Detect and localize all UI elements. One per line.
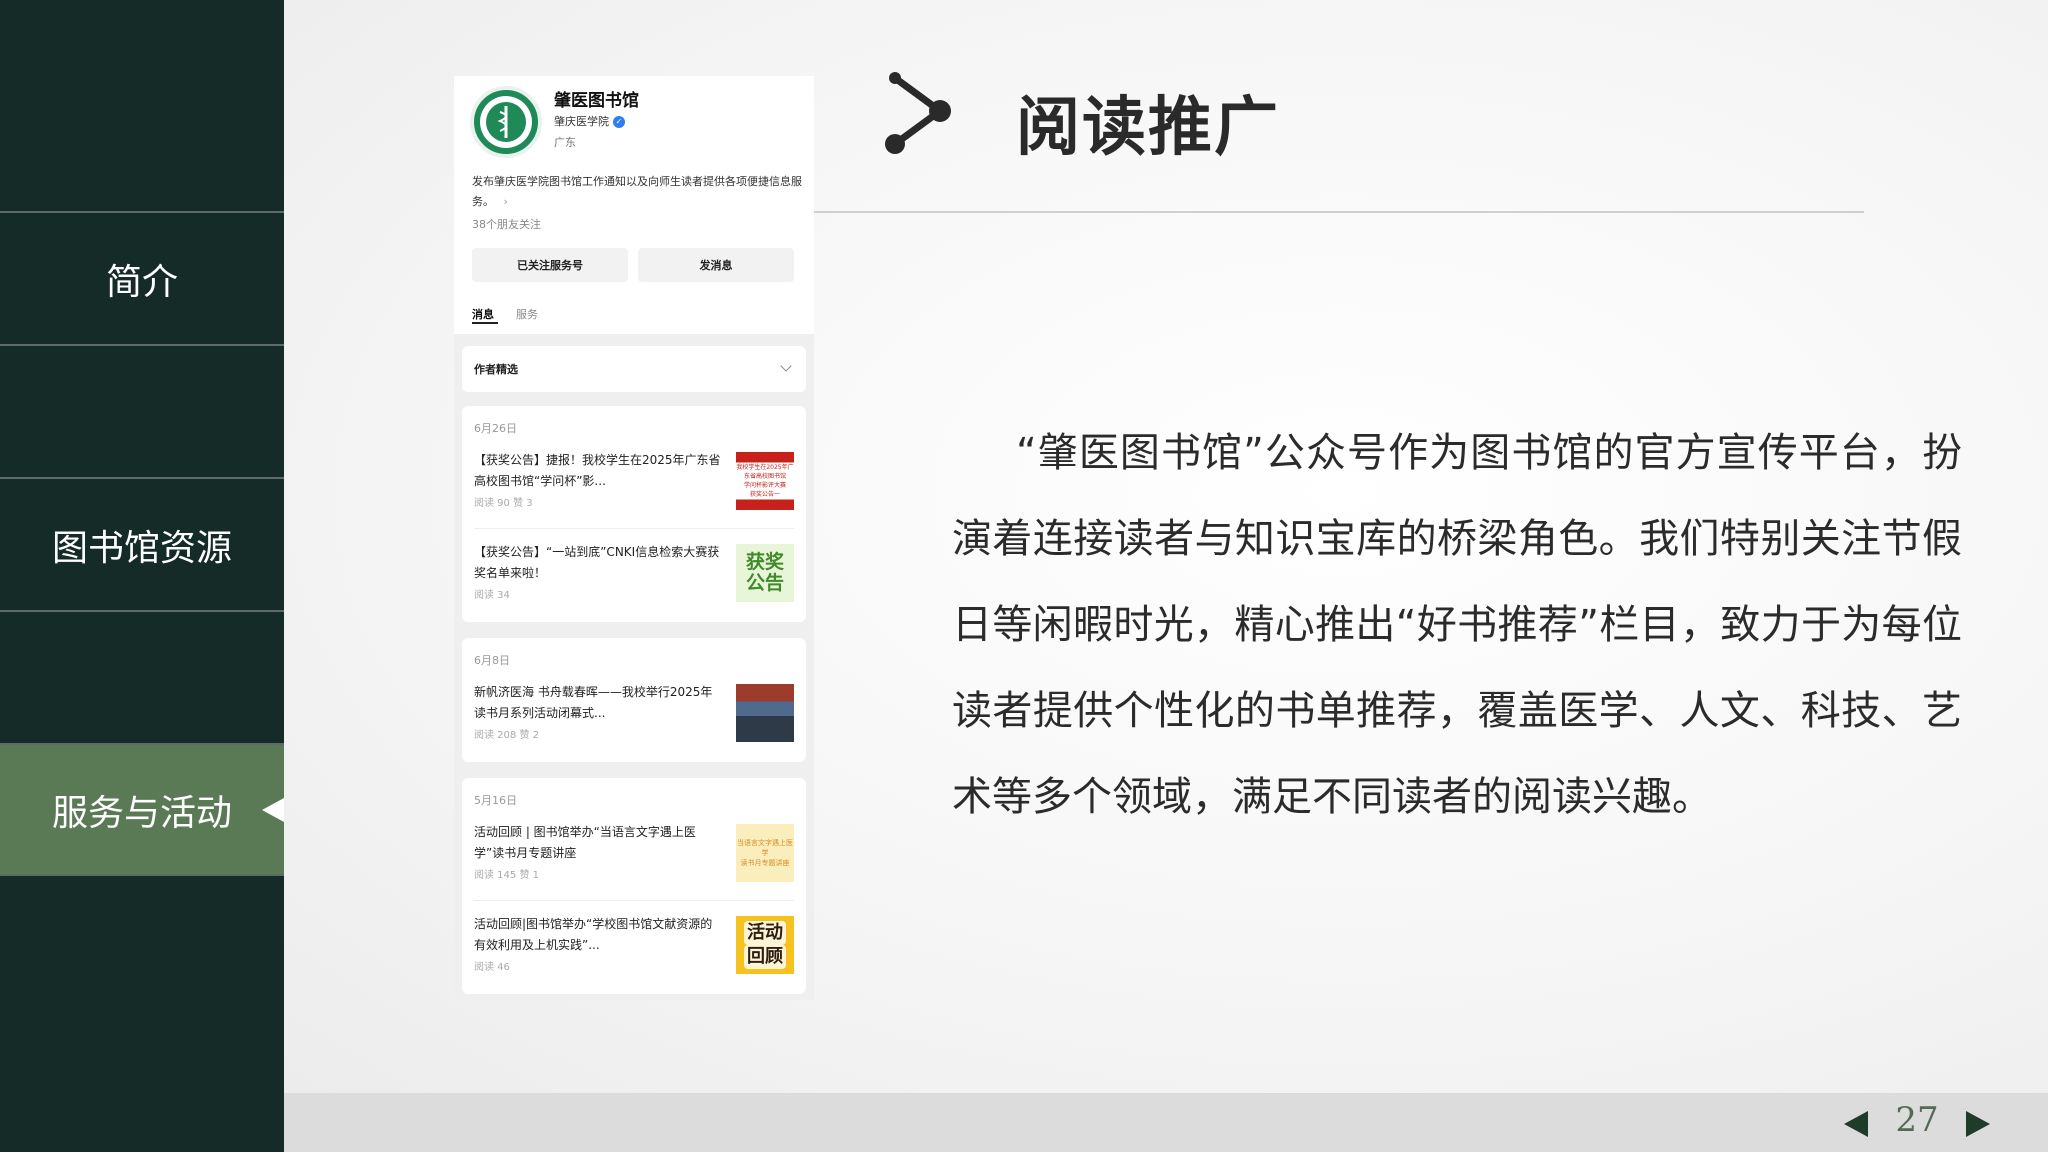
thumbnail-text: 活动	[744, 921, 786, 945]
article-stats: 阅读 46	[474, 962, 510, 973]
article-title: 【获奖公告】捷报！我校学生在2025年广东省高校图书馆“学问杯”影...	[474, 453, 721, 488]
verified-icon: ✓	[613, 116, 625, 128]
article-thumbnail: 活动 回顾	[736, 916, 794, 974]
article-item[interactable]: 【获奖公告】“一站到底”CNKI信息检索大赛获奖名单来啦！ 阅读 34 获奖 公…	[462, 542, 806, 622]
account-logo	[470, 86, 542, 158]
followed-service-button[interactable]: 已关注服务号	[472, 248, 628, 282]
sidebar-item-services-activities[interactable]: 服务与活动	[0, 743, 284, 876]
thumbnail-text: 我校学生在2025年广	[736, 464, 794, 471]
thumbnail-text: 读书月专题讲座	[740, 859, 790, 867]
article-title: 活动回顾|图书馆举办“学校图书馆文献资源的有效利用及上机实践”...	[474, 917, 713, 952]
thumbnail-text: 公告	[745, 572, 784, 594]
article-stats: 阅读 34	[474, 590, 510, 601]
message-group: 5月16日 活动回顾 | 图书馆举办“当语言文字遇上医学”读书月专题讲座 阅读 …	[462, 778, 806, 994]
friends-following-count: 38个朋友关注	[472, 218, 541, 231]
account-description-text: 发布肇庆医学院图书馆工作通知以及向师生读者提供各项便捷信息服务。	[472, 175, 802, 208]
sidebar-item-blank-1[interactable]	[0, 344, 284, 477]
article-item[interactable]: 活动回顾 | 图书馆举办“当语言文字遇上医学”读书月专题讲座 阅读 145 赞 …	[462, 822, 806, 902]
page-title: 阅读推广	[1016, 91, 1280, 165]
medical-emblem-icon	[480, 96, 532, 148]
article-title: 活动回顾 | 图书馆举办“当语言文字遇上医学”读书月专题讲座	[474, 825, 696, 860]
sidebar-item-label: 简介	[105, 261, 178, 303]
page-number: 27	[1895, 1100, 1939, 1140]
tab-services[interactable]: 服务	[516, 306, 538, 322]
article-divider	[474, 900, 794, 901]
message-group: 6月8日 新帆济医海 书舟载春晖——我校举行2025年读书月系列活动闭幕式...…	[462, 638, 806, 762]
footer-bar	[284, 1093, 2048, 1152]
article-thumbnail	[736, 684, 794, 742]
wechat-account-screenshot: 肇医图书馆 肇庆医学院 ✓ 广东 发布肇庆医学院图书馆工作通知以及向师生读者提供各…	[454, 76, 814, 1000]
branch-connector-icon	[885, 72, 951, 154]
account-profile: 肇医图书馆 肇庆医学院 ✓ 广东 发布肇庆医学院图书馆工作通知以及向师生读者提供各…	[454, 76, 814, 334]
chevron-down-icon	[780, 360, 792, 372]
message-date: 5月16日	[474, 794, 517, 807]
article-stats: 阅读 90 赞 3	[474, 498, 533, 509]
active-indicator-arrow	[262, 797, 284, 822]
article-item[interactable]: 新帆济医海 书舟载春晖——我校举行2025年读书月系列活动闭幕式... 阅读 2…	[462, 682, 806, 762]
article-stats: 阅读 208 赞 2	[474, 730, 539, 741]
article-title: 新帆济医海 书舟载春晖——我校举行2025年读书月系列活动闭幕式...	[474, 685, 713, 720]
account-name: 肇医图书馆	[554, 91, 639, 111]
article-title: 【获奖公告】“一站到底”CNKI信息检索大赛获奖名单来啦！	[474, 545, 720, 580]
article-item[interactable]: 【获奖公告】捷报！我校学生在2025年广东省高校图书馆“学问杯”影... 阅读 …	[462, 450, 806, 530]
chevron-right-icon: ›	[503, 195, 508, 208]
message-group: 6月26日 【获奖公告】捷报！我校学生在2025年广东省高校图书馆“学问杯”影.…	[462, 406, 806, 622]
thumbnail-text: 回顾	[744, 945, 786, 969]
triangle-left-icon[interactable]	[1844, 1111, 1868, 1137]
thumbnail-text: 当语言文字遇上医学	[737, 839, 793, 857]
message-date: 6月8日	[474, 654, 510, 667]
filter-label: 作者精选	[474, 363, 518, 376]
article-thumbnail: 获奖 公告	[736, 544, 794, 602]
account-org: 肇庆医学院 ✓	[554, 113, 625, 129]
article-item[interactable]: 活动回顾|图书馆举办“学校图书馆文献资源的有效利用及上机实践”... 阅读 46…	[462, 914, 806, 994]
title-divider	[814, 211, 1864, 213]
sidebar-item-library-resources[interactable]: 图书馆资源	[0, 477, 284, 610]
article-divider	[474, 528, 794, 529]
article-stats: 阅读 145 赞 1	[474, 870, 539, 881]
active-tab-underline	[472, 322, 498, 324]
author-picks-filter[interactable]: 作者精选	[462, 346, 806, 392]
body-paragraph: “肇医图书馆”公众号作为图书馆的官方宣传平台，扮演着连接读者与知识宝库的桥梁角色…	[952, 430, 1962, 820]
thumbnail-text: 获奖公告一	[749, 491, 780, 498]
article-thumbnail: 当语言文字遇上医学 读书月专题讲座	[736, 824, 794, 882]
sidebar-item-blank-2[interactable]	[0, 610, 284, 743]
account-description[interactable]: 发布肇庆医学院图书馆工作通知以及向师生读者提供各项便捷信息服务。 ›	[472, 172, 802, 212]
message-date: 6月26日	[474, 422, 517, 435]
account-org-label: 肇庆医学院	[554, 115, 609, 128]
thumbnail-text: 学问杯影评大赛	[743, 482, 786, 489]
sidebar: 简介 图书馆资源 服务与活动	[0, 0, 284, 1152]
sidebar-item-label: 图书馆资源	[51, 527, 232, 569]
thumbnail-text: 获奖	[745, 551, 784, 573]
tab-messages[interactable]: 消息	[472, 306, 494, 322]
send-message-button[interactable]: 发消息	[638, 248, 794, 282]
article-thumbnail: 我校学生在2025年广 东省高校图书馆 学问杯影评大赛 获奖公告一	[736, 452, 794, 510]
account-region: 广东	[554, 136, 576, 149]
sidebar-item-label: 服务与活动	[51, 792, 232, 834]
sidebar-item-intro[interactable]: 简介	[0, 211, 284, 344]
thumbnail-text: 东省高校图书馆	[743, 473, 786, 480]
triangle-right-icon[interactable]	[1966, 1111, 1990, 1137]
